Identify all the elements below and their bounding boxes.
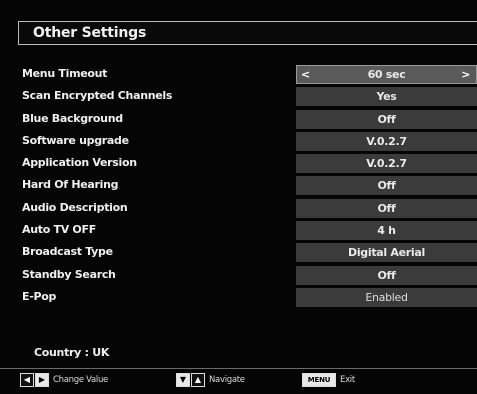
setting-value[interactable]: Enabled (296, 287, 477, 307)
setting-row-auto-tv-off[interactable]: Auto TV OFF 4 h (0, 220, 477, 242)
setting-row-blue-background[interactable]: Blue Background Off (0, 109, 477, 131)
footer-hints: ◀ ▶ Change Value ▼ ▲ Navigate MENU Exit (0, 370, 477, 394)
setting-label: Broadcast Type (22, 245, 113, 259)
tv-menu-screen: Other Settings Menu Timeout < 60 sec > S… (0, 0, 477, 394)
hint-change-value: ◀ ▶ Change Value (20, 373, 108, 387)
down-key-icon: ▼ (176, 373, 190, 387)
setting-row-hard-of-hearing[interactable]: Hard Of Hearing Off (0, 175, 477, 197)
setting-label: Audio Description (22, 200, 128, 214)
setting-row-menu-timeout[interactable]: Menu Timeout < 60 sec > (0, 64, 477, 86)
setting-value-selector[interactable]: < 60 sec > (296, 65, 477, 84)
hint-exit: MENU Exit (302, 373, 355, 387)
setting-value[interactable]: Off (296, 265, 477, 285)
page-title: Other Settings (33, 25, 147, 41)
right-key-icon: ▶ (35, 373, 49, 387)
title-bar: Other Settings (18, 21, 477, 45)
hint-label: Change Value (53, 375, 108, 385)
setting-value[interactable]: V.0.2.7 (296, 131, 477, 151)
setting-value[interactable]: Off (296, 198, 477, 218)
setting-row-broadcast-type[interactable]: Broadcast Type Digital Aerial (0, 242, 477, 264)
setting-row-e-pop[interactable]: E-Pop Enabled (0, 287, 477, 309)
setting-value[interactable]: Digital Aerial (296, 243, 477, 263)
arrow-left-icon[interactable]: < (301, 66, 310, 83)
footer-divider (0, 368, 477, 369)
hint-label: Exit (340, 375, 355, 385)
setting-row-standby-search[interactable]: Standby Search Off (0, 265, 477, 287)
setting-row-application-version[interactable]: Application Version V.0.2.7 (0, 153, 477, 175)
hint-label: Navigate (209, 375, 245, 385)
setting-label: Application Version (22, 156, 137, 170)
setting-label: Scan Encrypted Channels (22, 89, 173, 103)
up-key-icon: ▲ (191, 373, 205, 387)
setting-label: Hard Of Hearing (22, 178, 119, 192)
left-key-icon: ◀ (20, 373, 34, 387)
setting-value[interactable]: Yes (296, 87, 477, 107)
setting-row-scan-encrypted[interactable]: Scan Encrypted Channels Yes (0, 86, 477, 108)
menu-key-icon: MENU (302, 373, 336, 387)
setting-value[interactable]: 4 h (296, 221, 477, 241)
setting-label: Blue Background (22, 111, 123, 125)
setting-value: 60 sec (367, 68, 406, 81)
arrow-right-icon[interactable]: > (461, 66, 470, 83)
setting-label: Software upgrade (22, 133, 129, 147)
setting-label: E-Pop (22, 289, 57, 303)
setting-row-software-upgrade[interactable]: Software upgrade V.0.2.7 (0, 131, 477, 153)
setting-label: Standby Search (22, 267, 116, 281)
setting-value[interactable]: Off (296, 176, 477, 196)
hint-navigate: ▼ ▲ Navigate (176, 373, 245, 387)
settings-list: Menu Timeout < 60 sec > Scan Encrypted C… (0, 64, 477, 309)
setting-label: Auto TV OFF (22, 223, 96, 237)
setting-value[interactable]: V.0.2.7 (296, 154, 477, 174)
setting-row-audio-description[interactable]: Audio Description Off (0, 198, 477, 220)
setting-value[interactable]: Off (296, 109, 477, 129)
setting-label: Menu Timeout (22, 67, 108, 80)
country-label: Country : UK (34, 346, 110, 359)
